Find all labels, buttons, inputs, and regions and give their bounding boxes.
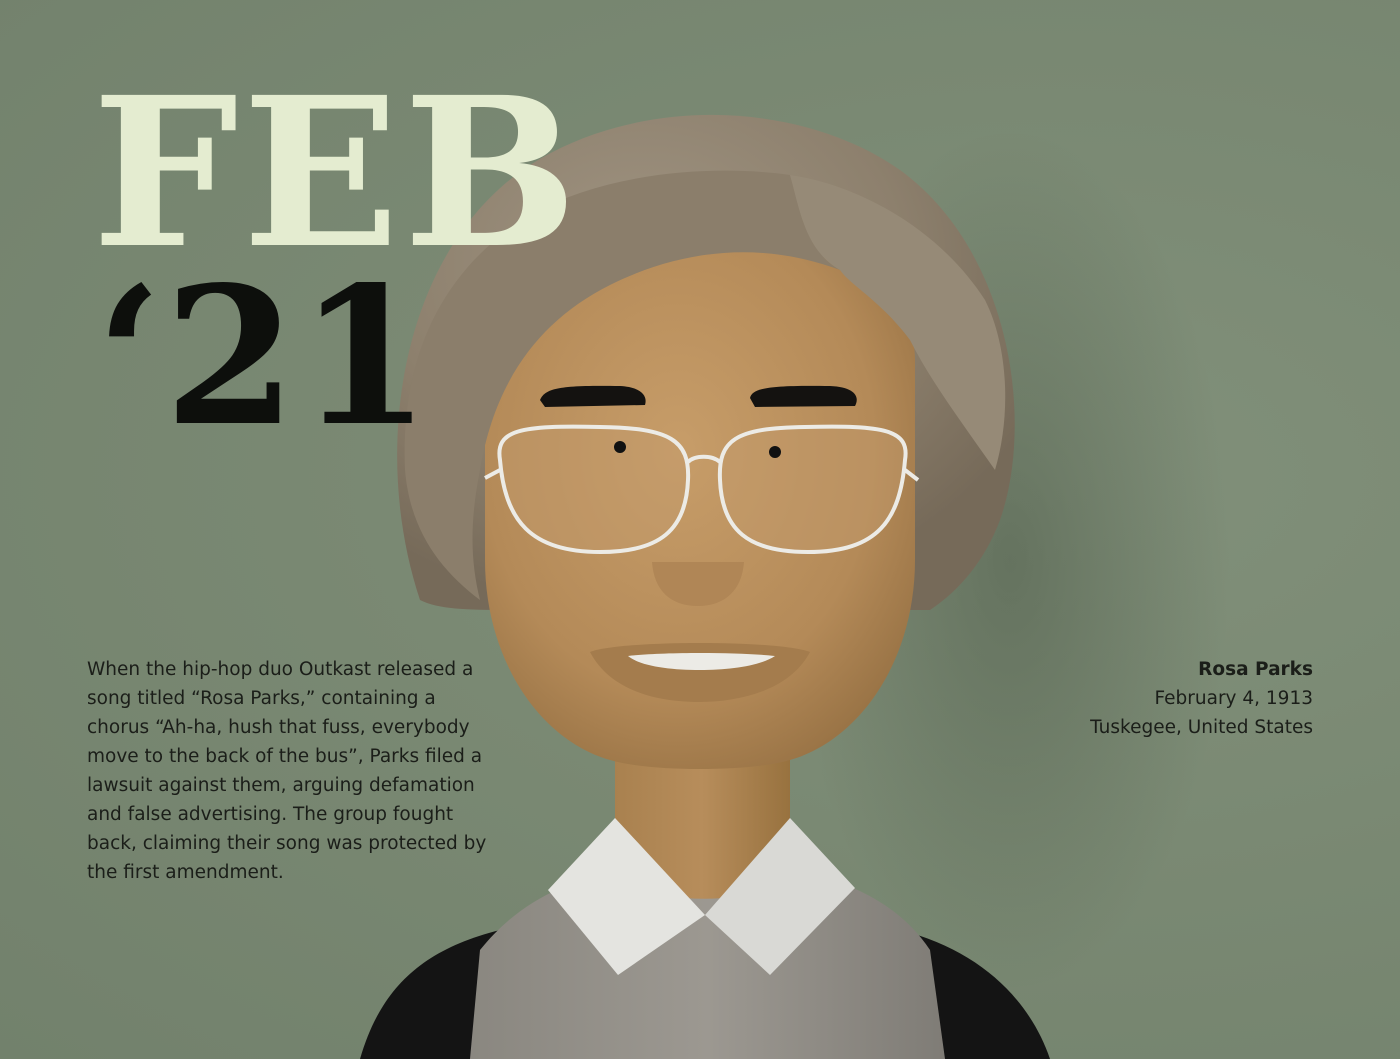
left-eyebrow [540, 385, 646, 407]
right-eyebrow [750, 385, 857, 407]
year-heading: ‘21 [96, 245, 433, 468]
birth-date: February 4, 1913 [1154, 688, 1313, 709]
person-name: Rosa Parks [1198, 659, 1313, 680]
poster: FEB ‘21 When the hip-hop duo Outkast rel… [0, 0, 1400, 1059]
birth-place: Tuskegee, United States [1090, 717, 1313, 738]
story-paragraph: When the hip-hop duo Outkast released a … [87, 659, 487, 883]
left-eye [614, 441, 626, 453]
right-eye [769, 446, 781, 458]
person-caption: Rosa Parks February 4, 1913 Tuskegee, Un… [993, 655, 1313, 742]
